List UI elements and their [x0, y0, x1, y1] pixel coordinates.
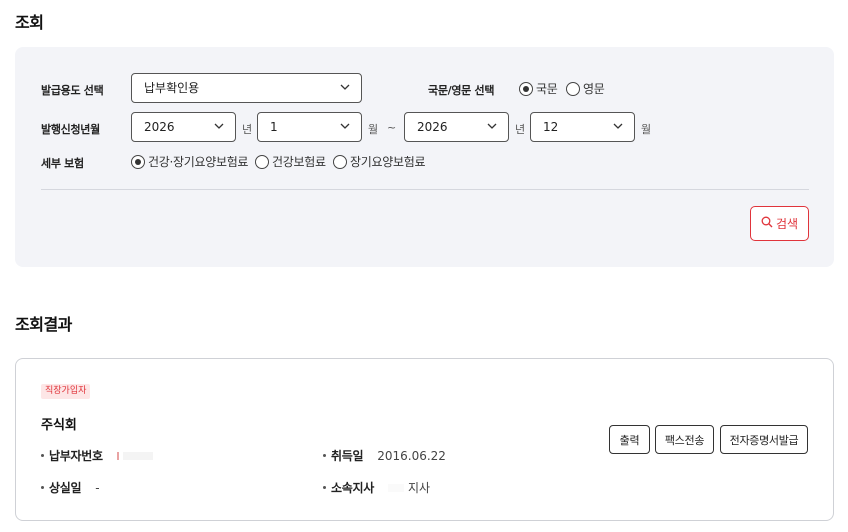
- search-button-label: 검색: [775, 217, 799, 231]
- branch-value: 지사: [407, 481, 431, 495]
- chevron-down-icon: [214, 123, 224, 130]
- radio-english-label: 영문: [583, 82, 605, 96]
- radio-longterm-label: 장기요양보험료: [350, 155, 426, 169]
- radio-korean-label: 국문: [536, 82, 558, 96]
- radio-unchecked-icon: [333, 154, 347, 169]
- purpose-select[interactable]: 납부확인용: [131, 73, 362, 103]
- loss-date-label: 상실일: [49, 481, 82, 495]
- radio-unchecked-icon: [566, 81, 580, 96]
- radio-unchecked-icon: [255, 154, 269, 169]
- bullet-icon: [323, 454, 326, 457]
- bullet-icon: [41, 486, 44, 489]
- search-section-title: 조회: [15, 13, 44, 32]
- purpose-select-value: 납부확인용: [144, 81, 200, 95]
- payer-number-label: 납부자번호: [49, 449, 103, 463]
- from-year-value: 2026: [144, 120, 175, 134]
- year-unit: 년: [242, 123, 253, 136]
- search-button[interactable]: 검색: [750, 206, 809, 241]
- radio-longterm[interactable]: 장기요양보험료: [333, 153, 425, 170]
- year-unit-2: 년: [515, 123, 526, 136]
- radio-checked-icon: [131, 154, 145, 169]
- radio-health-longterm-label: 건강·장기요양보험료: [148, 155, 249, 169]
- month-unit-2: 월: [641, 123, 652, 136]
- branch-label: 소속지사: [331, 481, 374, 495]
- to-year-value: 2026: [417, 120, 448, 134]
- chevron-down-icon: [340, 123, 350, 130]
- acquire-date-value: 2016.06.22: [377, 448, 446, 463]
- payer-number-field: 납부자번호: [41, 447, 153, 464]
- chevron-down-icon: [487, 123, 497, 130]
- radio-health-label: 건강보험료: [272, 155, 326, 169]
- redacted-value: [122, 451, 153, 460]
- redacted-value: [387, 483, 404, 492]
- company-name: 주식회: [41, 418, 77, 433]
- loss-date-field: 상실일 -: [41, 479, 100, 496]
- loss-date-value: -: [95, 480, 100, 495]
- from-month-value: 1: [270, 120, 278, 134]
- result-section-title: 조회결과: [15, 315, 72, 334]
- branch-field: 소속지사 지사: [323, 479, 430, 496]
- redacted-mark: [116, 451, 119, 460]
- radio-english[interactable]: 영문: [566, 80, 605, 97]
- acquire-date-label: 취득일: [331, 449, 364, 463]
- radio-health-longterm[interactable]: 건강·장기요양보험료: [131, 153, 248, 170]
- to-month-value: 12: [543, 120, 559, 134]
- chevron-down-icon: [340, 84, 350, 91]
- chevron-down-icon: [613, 123, 623, 130]
- period-label: 발행신청년월: [41, 123, 100, 136]
- from-month-select[interactable]: 1: [257, 112, 362, 142]
- print-button[interactable]: 출력: [609, 425, 650, 454]
- search-icon: [761, 216, 776, 231]
- radio-health[interactable]: 건강보험료: [255, 153, 326, 170]
- from-year-select[interactable]: 2026: [131, 112, 236, 142]
- acquire-date-field: 취득일 2016.06.22: [323, 447, 446, 464]
- status-badge: 직장가입자: [41, 384, 91, 399]
- e-certificate-button[interactable]: 전자증명서발급: [720, 425, 808, 454]
- period-separator: ~: [387, 121, 397, 134]
- to-year-select[interactable]: 2026: [404, 112, 509, 142]
- insurance-label: 세부 보험: [41, 157, 84, 170]
- language-label: 국문/영문 선택: [428, 84, 495, 97]
- fax-button[interactable]: 팩스전송: [655, 425, 714, 454]
- radio-korean[interactable]: 국문: [519, 80, 558, 97]
- panel-divider: [41, 189, 809, 190]
- month-unit: 월: [368, 123, 379, 136]
- radio-checked-icon: [519, 81, 533, 96]
- purpose-label: 발급용도 선택: [41, 84, 104, 97]
- bullet-icon: [323, 486, 326, 489]
- to-month-select[interactable]: 12: [530, 112, 635, 142]
- bullet-icon: [41, 454, 44, 457]
